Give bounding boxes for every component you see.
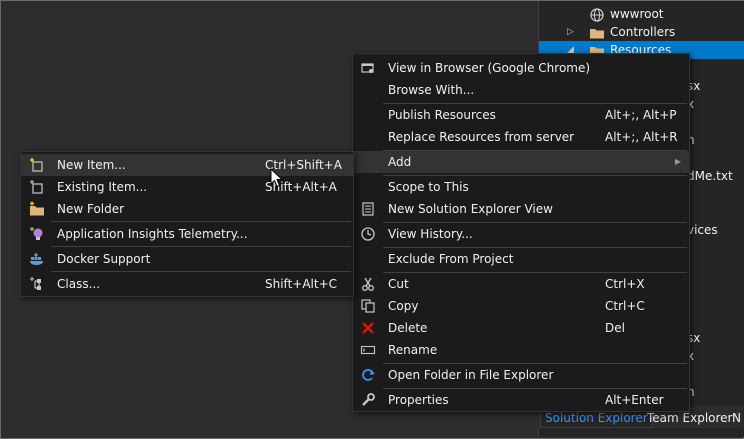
existing-item-icon xyxy=(29,179,45,195)
new-view-icon xyxy=(360,201,376,217)
menu-item-shortcut: Ctrl+X xyxy=(605,277,645,291)
menu-separator xyxy=(51,271,351,272)
tree-label: Controllers xyxy=(610,25,676,39)
tree-item-controllers[interactable]: ▷ Controllers xyxy=(539,23,744,41)
menu-item-copy[interactable]: Copy Ctrl+C xyxy=(353,295,689,317)
menu-item-shortcut: Del xyxy=(605,321,625,335)
tree-item-fragment: vices xyxy=(687,223,718,237)
menu-item-label: Replace Resources from server xyxy=(388,130,575,144)
menu-item-label: Docker Support xyxy=(57,252,151,266)
new-folder-icon xyxy=(29,201,45,217)
copy-icon xyxy=(360,298,376,314)
menu-item-label: Exclude From Project xyxy=(388,252,514,266)
app-insights-icon xyxy=(29,226,45,242)
tab-overflow[interactable]: N xyxy=(732,410,741,426)
docker-icon xyxy=(29,251,45,267)
delete-icon xyxy=(360,320,376,336)
menu-item-label: Open Folder in File Explorer xyxy=(388,368,554,382)
menu-item-rename[interactable]: Rename xyxy=(353,339,689,361)
menu-item-browse-with[interactable]: Browse With... xyxy=(353,79,689,101)
menu-item-label: Scope to This xyxy=(388,180,469,194)
menu-item-class[interactable]: Class... Shift+Alt+C xyxy=(21,273,353,295)
menu-item-scope-to-this[interactable]: Scope to This xyxy=(353,176,689,198)
menu-item-new-item[interactable]: New Item... Ctrl+Shift+A xyxy=(21,154,353,176)
menu-item-cut[interactable]: Cut Ctrl+X xyxy=(353,273,689,295)
menu-item-docker-support[interactable]: Docker Support xyxy=(21,248,353,270)
wrench-icon xyxy=(360,392,376,408)
tree-label: wwwroot xyxy=(610,7,664,21)
submenu-arrow-icon: ▶ xyxy=(674,157,681,166)
menu-separator xyxy=(51,246,351,247)
mouse-cursor-icon xyxy=(270,167,284,191)
scissors-icon xyxy=(360,276,376,292)
menu-item-view-in-browser[interactable]: View in Browser (Google Chrome) xyxy=(353,57,689,79)
menu-item-label: Delete xyxy=(388,321,428,335)
menu-item-view-history[interactable]: View History... xyxy=(353,223,689,245)
menu-item-label: Properties xyxy=(388,393,449,407)
menu-item-label: New Item... xyxy=(57,158,126,172)
menu-separator xyxy=(51,221,351,222)
history-icon xyxy=(360,226,376,242)
menu-item-label: View History... xyxy=(388,227,473,241)
menu-item-label: New Folder xyxy=(57,202,125,216)
menu-item-add[interactable]: Add ▶ xyxy=(353,151,689,173)
menu-item-open-folder[interactable]: Open Folder in File Explorer xyxy=(353,364,689,386)
new-item-icon xyxy=(29,157,45,173)
tree-expander[interactable]: ▷ xyxy=(567,23,574,41)
globe-icon xyxy=(589,8,605,22)
rename-icon xyxy=(360,342,376,358)
menu-item-label: Copy xyxy=(388,299,419,313)
menu-item-label: Rename xyxy=(388,343,438,357)
context-menu: View in Browser (Google Chrome) Browse W… xyxy=(352,53,690,412)
menu-item-replace-resources[interactable]: Replace Resources from server Alt+;, Alt… xyxy=(353,126,689,148)
refresh-icon xyxy=(360,367,376,383)
menu-item-shortcut: Ctrl+C xyxy=(605,299,645,313)
menu-item-label: View in Browser (Google Chrome) xyxy=(388,61,591,75)
menu-item-shortcut: Shift+Alt+C xyxy=(265,277,338,291)
menu-item-label: Existing Item... xyxy=(57,180,148,194)
menu-item-label: Browse With... xyxy=(388,83,475,97)
folder-icon xyxy=(589,26,605,39)
menu-item-new-folder[interactable]: New Folder xyxy=(21,198,353,220)
menu-item-properties[interactable]: Properties Alt+Enter xyxy=(353,389,689,411)
tree-item-wwwroot[interactable]: wwwroot xyxy=(539,5,744,23)
menu-item-shortcut: Alt+Enter xyxy=(605,393,664,407)
menu-item-existing-item[interactable]: Existing Item... Shift+Alt+A xyxy=(21,176,353,198)
menu-item-app-insights[interactable]: Application Insights Telemetry... xyxy=(21,223,353,245)
menu-item-label: Cut xyxy=(388,277,409,291)
menu-item-label: Publish Resources xyxy=(388,108,496,122)
menu-item-exclude-from-project[interactable]: Exclude From Project xyxy=(353,248,689,270)
add-submenu: New Item... Ctrl+Shift+A Existing Item..… xyxy=(20,151,354,297)
menu-item-new-solution-explorer-view[interactable]: New Solution Explorer View xyxy=(353,198,689,220)
tab-team-explorer[interactable]: Team Explorer xyxy=(647,410,733,426)
menu-item-label: Add xyxy=(388,155,412,169)
menu-item-delete[interactable]: Delete Del xyxy=(353,317,689,339)
menu-item-label: Class... xyxy=(57,277,101,291)
menu-item-publish-resources[interactable]: Publish Resources Alt+;, Alt+P xyxy=(353,104,689,126)
menu-item-shortcut: Alt+;, Alt+R xyxy=(605,130,678,144)
menu-item-shortcut: Alt+;, Alt+P xyxy=(605,108,677,122)
menu-item-label: New Solution Explorer View xyxy=(388,202,553,216)
menu-item-label: Application Insights Telemetry... xyxy=(57,227,248,241)
class-icon xyxy=(29,276,45,292)
browser-view-icon xyxy=(360,60,376,76)
tree-item-fragment: dMe.txt xyxy=(687,169,733,183)
